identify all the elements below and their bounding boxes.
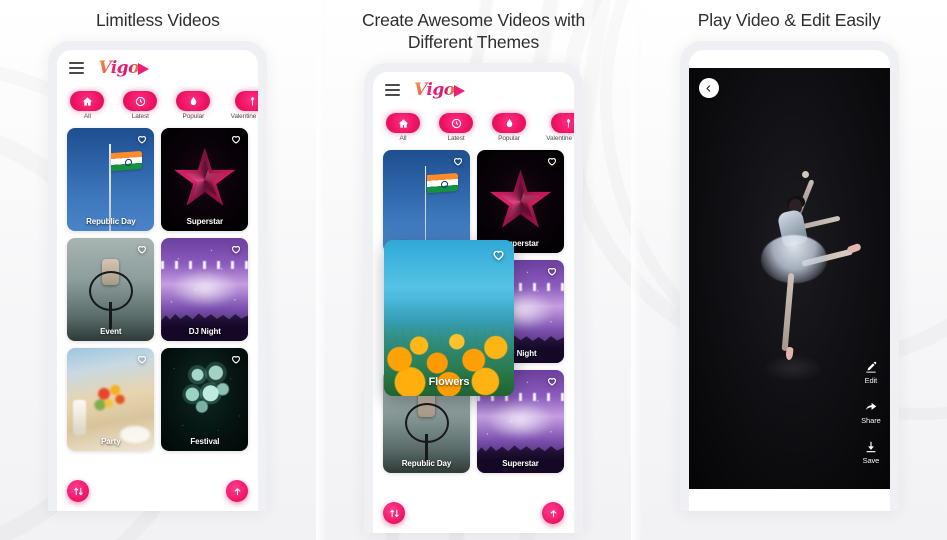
flame-icon <box>492 113 526 133</box>
flame-icon <box>176 91 211 111</box>
screenshot-root: Limitless Videos Vigo All Latest Popular… <box>0 0 947 540</box>
heart-outline-icon[interactable] <box>136 353 148 365</box>
panel-themes: Create Awesome Videos with Different The… <box>315 0 632 540</box>
card-title: Festival <box>190 437 220 446</box>
sort-fab[interactable] <box>383 502 405 524</box>
logo-text: Vigo <box>98 57 139 78</box>
video-card-festival[interactable]: Festival <box>161 348 249 451</box>
video-card-party[interactable]: Party <box>67 348 155 451</box>
chevron-left-icon[interactable] <box>698 78 719 98</box>
play-triangle-icon <box>137 62 149 75</box>
panel-title: Play Video & Edit Easily <box>697 10 881 30</box>
tab-all[interactable]: All <box>381 113 425 142</box>
video-card-dj-night[interactable]: DJ Night <box>161 238 249 341</box>
category-tabs: All Latest Popular Valentine <box>57 86 259 124</box>
edit-action[interactable]: Edit <box>864 360 878 385</box>
heart-outline-icon[interactable] <box>491 247 506 262</box>
panel-limitless-videos: Limitless Videos Vigo All Latest Popular… <box>0 0 316 540</box>
card-title: Superstar <box>502 459 539 468</box>
tab-valentine-week[interactable]: Valentine Week <box>540 113 574 142</box>
panel-title: Create Awesome Videos with Different The… <box>361 10 586 52</box>
hamburger-icon[interactable] <box>385 84 400 96</box>
card-artwork <box>384 240 514 396</box>
heart-outline-icon[interactable] <box>452 155 464 167</box>
phone-screen: Vigo All <box>373 72 574 533</box>
heart-outline-icon[interactable] <box>136 243 148 255</box>
heart-outline-icon[interactable] <box>230 353 242 365</box>
rose-icon <box>235 91 259 111</box>
tab-latest[interactable]: Latest <box>118 91 162 120</box>
tab-label: Latest <box>131 113 149 120</box>
tab-label: Valentine Week <box>546 135 574 142</box>
video-card-superstar[interactable]: Superstar <box>477 150 564 253</box>
tab-label: Popular <box>182 113 205 120</box>
card-title: Flowers <box>428 376 470 388</box>
download-icon <box>864 440 878 454</box>
tab-latest[interactable]: Latest <box>434 113 478 142</box>
tab-label: Latest <box>447 135 465 142</box>
category-tabs: All Latest Popular Valentine <box>373 108 574 146</box>
card-title: DJ Night <box>188 327 221 336</box>
card-title: Republic Day <box>401 459 452 468</box>
video-card-flowers-floating[interactable]: Flowers <box>384 240 514 396</box>
video-player[interactable]: Edit Share Save <box>688 68 890 489</box>
app-header: Vigo <box>373 72 574 108</box>
heart-outline-icon[interactable] <box>230 133 242 145</box>
video-grid: Republic Day Superstar <box>57 124 259 451</box>
app-logo: Vigo <box>414 79 465 100</box>
pencil-icon <box>864 360 878 374</box>
rose-icon <box>551 113 574 133</box>
tab-popular[interactable]: Popular <box>487 113 531 142</box>
player-action-rail: Edit Share Save <box>861 360 881 465</box>
tab-label: Valentine Week <box>230 113 259 120</box>
save-action[interactable]: Save <box>862 440 880 465</box>
card-title: Event <box>100 327 122 336</box>
video-card-event[interactable]: Event <box>67 238 155 341</box>
phone-screen: Vigo All <box>57 50 259 511</box>
scroll-top-fab[interactable] <box>226 480 249 502</box>
heart-outline-icon[interactable] <box>546 155 558 167</box>
tab-label: All <box>399 135 407 142</box>
action-label: Share <box>861 416 881 425</box>
phone-screen: Edit Share Save <box>688 50 890 511</box>
phone-device: Vigo All <box>48 41 268 511</box>
share-arrow-icon <box>864 400 878 414</box>
video-card-superstar[interactable]: Superstar <box>161 128 249 231</box>
phone-device: Edit Share Save <box>679 41 899 511</box>
heart-outline-icon[interactable] <box>546 265 558 277</box>
card-title: Republic Day <box>86 217 136 226</box>
heart-outline-icon[interactable] <box>230 243 242 255</box>
home-icon <box>70 91 105 111</box>
panel-player: Play Video & Edit Easily Edit Share Save <box>631 0 947 540</box>
tab-all[interactable]: All <box>65 91 109 120</box>
action-label: Save <box>862 456 880 465</box>
home-icon <box>386 113 420 133</box>
tab-valentine-week[interactable]: Valentine Week <box>224 91 259 120</box>
clock-icon <box>439 113 473 133</box>
share-action[interactable]: Share <box>861 400 881 425</box>
video-card-republic-day[interactable]: Republic Day <box>383 150 470 253</box>
tab-popular[interactable]: Popular <box>171 91 215 120</box>
app-header: Vigo <box>57 50 259 86</box>
ballerina-dancer-image <box>747 169 862 399</box>
logo-text: Vigo <box>414 79 455 100</box>
video-card-republic-day[interactable]: Republic Day <box>67 128 155 231</box>
card-title: Superstar <box>186 217 224 226</box>
hamburger-icon[interactable] <box>69 62 85 74</box>
panel-strip: Limitless Videos Vigo All Latest Popular… <box>0 0 947 540</box>
panel-title: Limitless Videos <box>95 10 220 30</box>
card-title: Party <box>101 437 121 446</box>
app-logo: Vigo <box>98 57 149 78</box>
tab-label: Popular <box>498 135 520 142</box>
play-triangle-icon <box>453 84 465 97</box>
clock-icon <box>123 91 158 111</box>
tab-label: All <box>83 113 91 120</box>
phone-device: Vigo All <box>364 63 583 533</box>
sort-fab[interactable] <box>67 480 90 502</box>
heart-outline-icon[interactable] <box>136 133 148 145</box>
action-label: Edit <box>864 376 878 385</box>
heart-outline-icon[interactable] <box>546 375 558 387</box>
scroll-top-fab[interactable] <box>542 502 564 524</box>
